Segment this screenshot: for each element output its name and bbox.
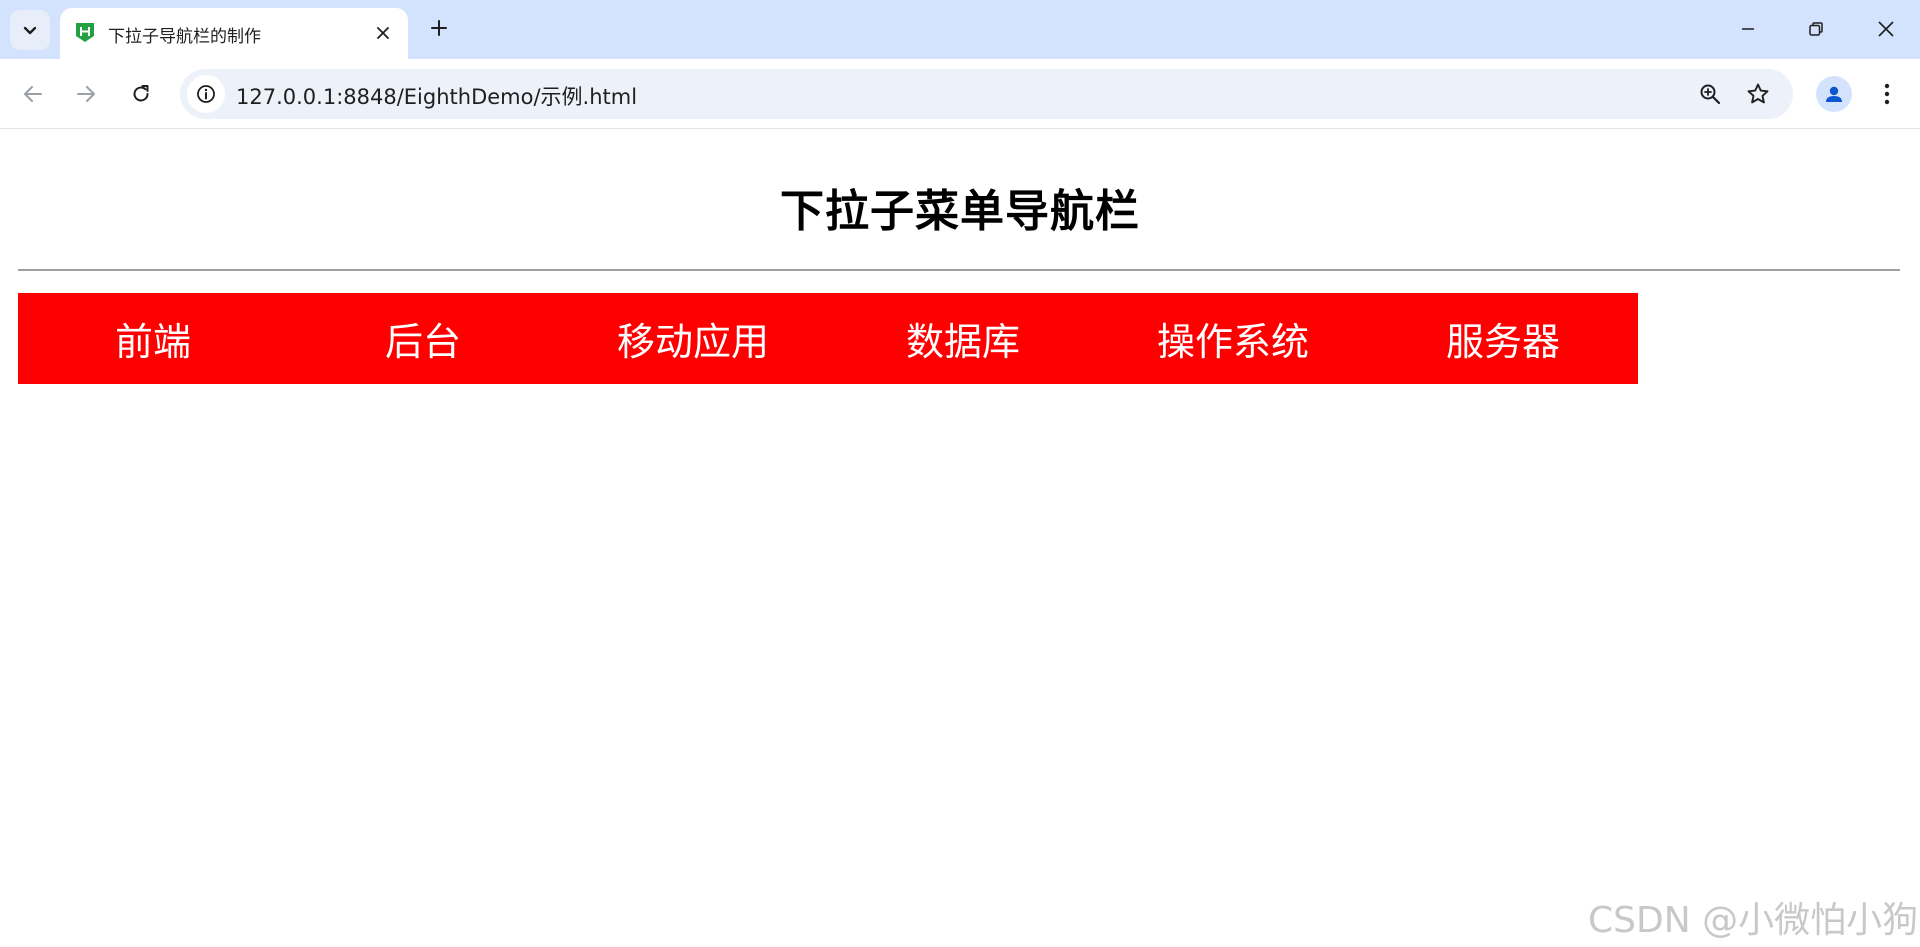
tab-title: 下拉子导航栏的制作 xyxy=(108,27,261,47)
arrow-right-icon xyxy=(77,86,95,102)
page-title: 下拉子菜单导航栏 xyxy=(780,186,1140,237)
horizontal-rule xyxy=(18,269,1900,271)
site-info-button[interactable] xyxy=(187,75,225,113)
person-icon xyxy=(1826,86,1842,102)
reload-button[interactable] xyxy=(121,74,161,114)
zoom-in-icon xyxy=(1700,84,1721,105)
browser-tab-active[interactable]: 下拉子导航栏的制作 xyxy=(60,8,408,59)
close-icon xyxy=(1878,21,1894,37)
browser-toolbar: 127.0.0.1:8848/EighthDemo/示例.html xyxy=(0,59,1920,129)
chevron-down-icon xyxy=(23,26,37,35)
csdn-watermark: CSDN @小微怕小狗 xyxy=(1588,900,1919,941)
hbuilder-favicon-icon xyxy=(76,23,94,42)
minimize-button[interactable] xyxy=(1723,8,1773,50)
nav-item-operating-system[interactable]: 操作系统 xyxy=(1098,293,1368,384)
arrow-left-icon xyxy=(24,86,42,102)
tab-close-button[interactable] xyxy=(370,20,396,46)
close-icon xyxy=(377,27,389,39)
bookmark-button[interactable] xyxy=(1742,78,1774,110)
reload-icon xyxy=(133,85,149,102)
url-text[interactable]: 127.0.0.1:8848/EighthDemo/示例.html xyxy=(236,81,637,111)
address-bar[interactable]: 127.0.0.1:8848/EighthDemo/示例.html xyxy=(180,69,1793,119)
nav-item-database[interactable]: 数据库 xyxy=(828,293,1098,384)
nav-item-mobile-apps[interactable]: 移动应用 xyxy=(558,293,828,384)
nav-item-frontend[interactable]: 前端 xyxy=(18,293,288,384)
nav-item-server[interactable]: 服务器 xyxy=(1368,293,1638,384)
new-tab-button[interactable] xyxy=(423,12,455,44)
star-icon xyxy=(1747,83,1769,104)
main-nav-bar: 前端 后台 移动应用 数据库 操作系统 服务器 xyxy=(18,293,1638,384)
info-icon xyxy=(197,85,215,103)
tab-search-button[interactable] xyxy=(10,10,50,50)
back-button[interactable] xyxy=(13,74,53,114)
profile-avatar-button[interactable] xyxy=(1816,76,1852,112)
minimize-icon xyxy=(1742,28,1754,30)
restore-button[interactable] xyxy=(1791,8,1841,50)
forward-button[interactable] xyxy=(66,74,106,114)
browser-menu-button[interactable] xyxy=(1870,74,1904,114)
close-window-button[interactable] xyxy=(1861,8,1911,50)
zoom-button[interactable] xyxy=(1694,78,1726,110)
restore-icon xyxy=(1809,22,1823,36)
plus-icon xyxy=(431,20,447,36)
browser-tabstrip: 下拉子导航栏的制作 xyxy=(0,0,1920,59)
nav-item-backend[interactable]: 后台 xyxy=(288,293,558,384)
more-vertical-icon xyxy=(1884,83,1890,105)
